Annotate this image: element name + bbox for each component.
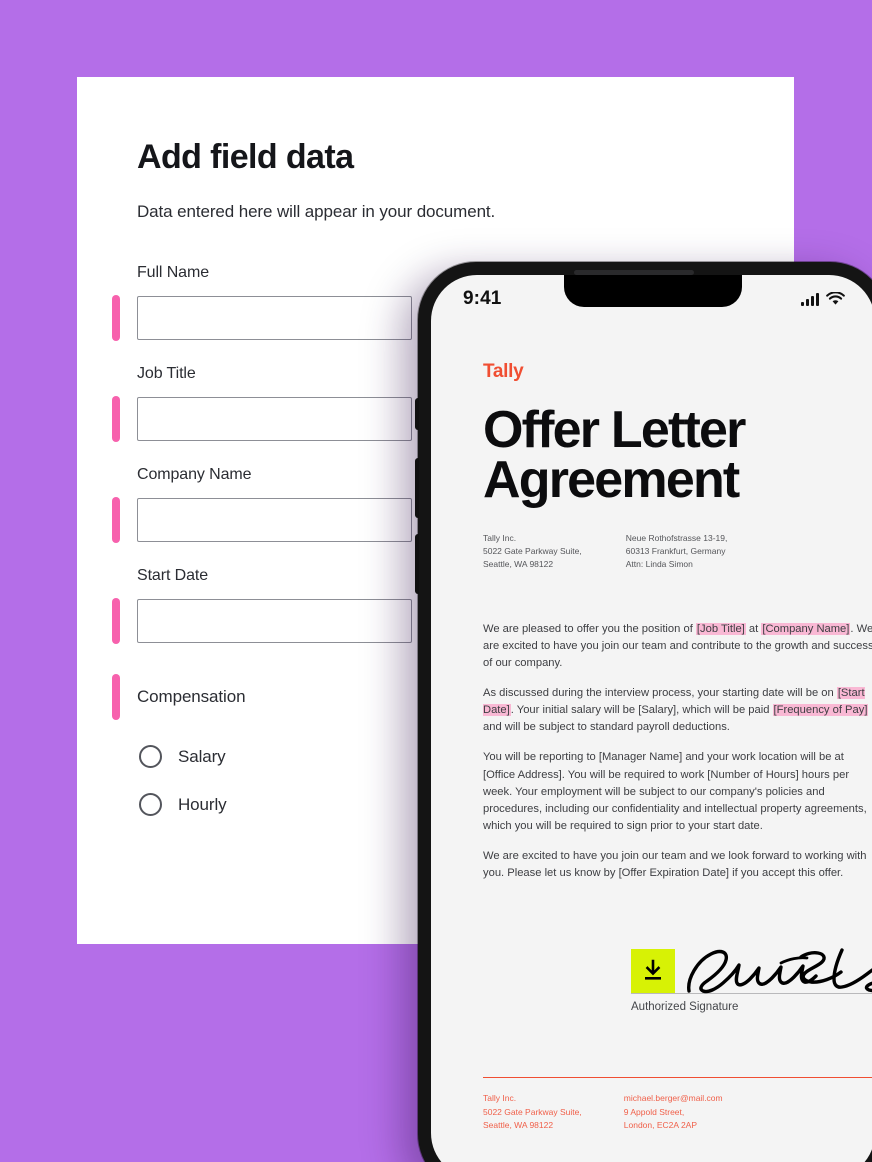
offer-letter-document: Tally Offer Letter Agreement Tally Inc. … — [431, 323, 872, 1162]
paragraph-1: We are pleased to offer you the position… — [483, 621, 872, 672]
phone-volume-down-button[interactable] — [415, 534, 419, 594]
page-subtitle: Data entered here will appear in your do… — [137, 202, 496, 222]
document-footer: Tally Inc. 5022 Gate Parkway Suite, Seat… — [483, 1076, 872, 1133]
footer-contact-info: michael.berger@mail.com 9 Appold Street,… — [624, 1092, 723, 1133]
download-icon[interactable] — [631, 948, 675, 993]
full-name-input[interactable] — [137, 296, 412, 341]
address-line: 60313 Frankfurt, Germany — [625, 546, 726, 557]
wifi-icon — [826, 292, 845, 305]
footer-line: London, EC2A 2AP — [623, 1120, 698, 1131]
text-run: We are pleased to offer you the position… — [483, 623, 696, 636]
status-bar: 9:41 — [431, 275, 872, 323]
footer-line: Seattle, WA 98122 — [483, 1120, 554, 1131]
address-line: Seattle, WA 98122 — [483, 559, 554, 570]
field-accent-bar — [112, 295, 120, 342]
address-line: Attn: Linda Simon — [625, 559, 693, 570]
start-date-input[interactable] — [137, 599, 412, 644]
document-title-line1: Offer Letter — [483, 401, 746, 459]
phone-mute-switch[interactable] — [415, 398, 419, 430]
radio-circle-icon[interactable] — [139, 745, 162, 769]
radio-circle-icon[interactable] — [139, 793, 162, 817]
signature-image — [687, 947, 872, 993]
signature-caption: Authorized Signature — [631, 1000, 739, 1013]
phone-mockup: 9:41 Tally Offer Letter Agreement Tally … — [415, 262, 872, 1162]
address-sender: Tally Inc. 5022 Gate Parkway Suite, Seat… — [483, 532, 582, 572]
placeholder-frequency-of-pay[interactable]: [Frequency of Pay] — [772, 704, 869, 717]
field-accent-bar — [112, 396, 120, 443]
address-line: 5022 Gate Parkway Suite, — [483, 546, 582, 557]
company-name-input[interactable] — [137, 498, 412, 543]
tally-logo: Tally — [483, 361, 524, 382]
text-run: at — [745, 623, 762, 636]
address-block: Tally Inc. 5022 Gate Parkway Suite, Seat… — [483, 532, 872, 572]
footer-company-info: Tally Inc. 5022 Gate Parkway Suite, Seat… — [483, 1092, 582, 1133]
field-accent-bar — [112, 598, 120, 645]
text-run: and will be subject to standard payroll … — [483, 721, 730, 734]
job-title-input[interactable] — [137, 397, 412, 442]
radio-label-salary: Salary — [178, 746, 226, 766]
address-line: Neue Rothofstrasse 13-19, — [625, 532, 728, 543]
placeholder-company-name[interactable]: [Company Name] — [761, 623, 851, 636]
paragraph-2: As discussed during the interview proces… — [483, 685, 872, 736]
text-run: As discussed during the interview proces… — [483, 687, 837, 700]
footer-divider — [483, 1076, 872, 1079]
paragraph-4: We are excited to have you join our team… — [483, 849, 867, 879]
placeholder-job-title[interactable]: [Job Title] — [695, 623, 746, 636]
signal-bars-icon — [801, 292, 819, 306]
phone-screen: 9:41 Tally Offer Letter Agreement Tally … — [431, 275, 872, 1162]
signature-area: Authorized Signature — [631, 940, 872, 1013]
paragraph-3: You will be reporting to [Manager Name] … — [483, 751, 867, 832]
document-body: We are pleased to offer you the position… — [483, 621, 872, 881]
compensation-heading: Compensation — [137, 687, 246, 707]
text-run: . Your initial salary will be [Salary], … — [510, 704, 773, 717]
footer-line: 9 Appold Street, — [623, 1106, 685, 1117]
address-recipient: Neue Rothofstrasse 13-19, 60313 Frankfur… — [626, 532, 728, 572]
address-line: Tally Inc. — [483, 532, 517, 543]
footer-line: 5022 Gate Parkway Suite, — [483, 1106, 582, 1117]
field-accent-bar — [112, 497, 120, 544]
radio-label-hourly: Hourly — [178, 794, 227, 814]
phone-volume-up-button[interactable] — [415, 458, 419, 518]
page-title: Add field data — [137, 138, 354, 176]
status-bar-time: 9:41 — [463, 288, 502, 309]
footer-email[interactable]: michael.berger@mail.com — [624, 1092, 723, 1106]
footer-line: Tally Inc. — [483, 1093, 517, 1104]
document-title: Offer Letter Agreement — [483, 401, 872, 510]
field-accent-bar — [112, 674, 120, 721]
document-title-line2: Agreement — [483, 451, 740, 510]
